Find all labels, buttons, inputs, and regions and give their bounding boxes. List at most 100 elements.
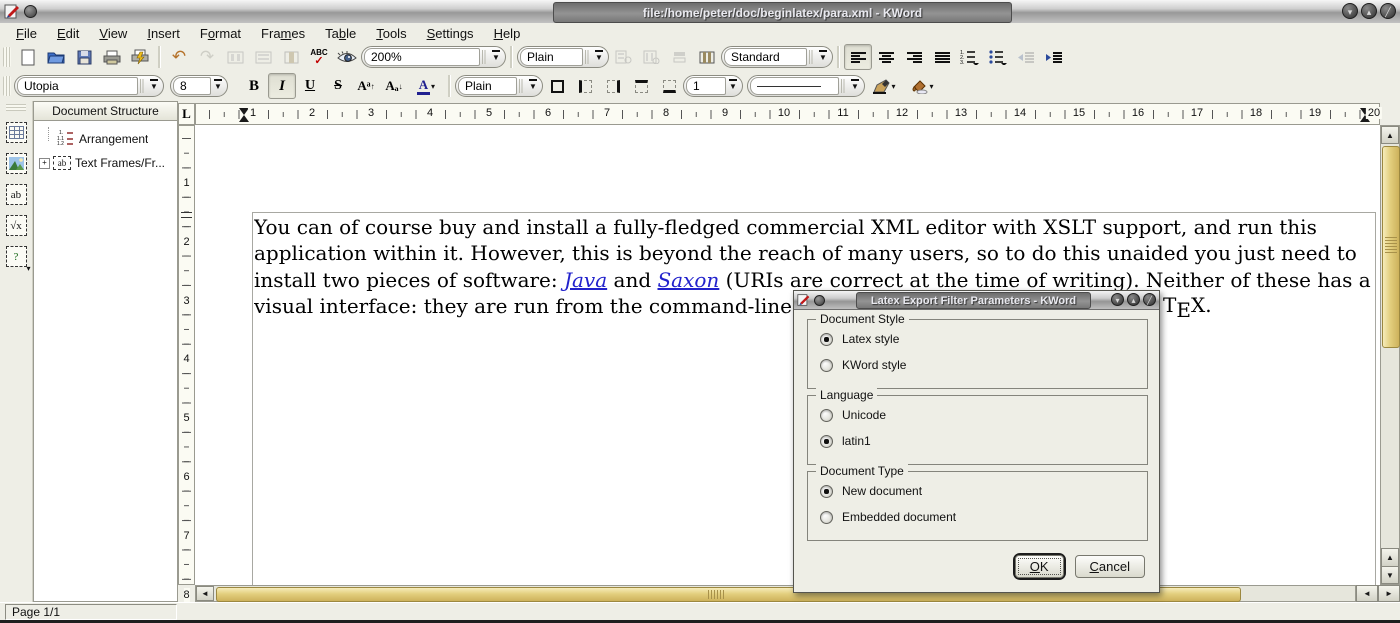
scroll-left-arrow[interactable]: ◄ (196, 586, 214, 601)
style-list-combobox[interactable]: Standard ▼ (721, 46, 833, 68)
border-all-button[interactable] (543, 73, 571, 99)
strikethrough-button[interactable]: S (324, 73, 352, 99)
horizontal-ruler[interactable]: 1234567891011121314151617181920 (195, 103, 1380, 125)
frame-tool-icon-1[interactable] (221, 44, 249, 70)
bullet-list-button[interactable] (984, 44, 1012, 70)
combo-arrow-icon[interactable]: ▼ (526, 82, 540, 91)
insert-picture-button[interactable] (3, 150, 30, 177)
align-center-button[interactable] (872, 44, 900, 70)
combo-arrow-icon[interactable]: ▼ (848, 82, 862, 91)
radio-embedded-document[interactable]: Embedded document (820, 510, 956, 524)
menu-view[interactable]: View (89, 25, 137, 42)
numbered-list-button[interactable]: 1.2.3. (956, 44, 984, 70)
combo-arrow-icon[interactable]: ▼ (147, 82, 161, 91)
border-top-button[interactable] (627, 73, 655, 99)
radio-button-icon[interactable] (820, 333, 833, 346)
combo-arrow-icon[interactable]: ▼ (489, 53, 503, 62)
menu-edit[interactable]: Edit (47, 25, 89, 42)
frame-tool-icon-3[interactable] (277, 44, 305, 70)
columns-frame-icon[interactable] (693, 44, 721, 70)
zoom-combobox[interactable]: 200% ▼ (361, 46, 506, 68)
subscript-button[interactable]: Aₐ↓ (380, 73, 408, 99)
document-canvas[interactable]: You can of course buy and install a full… (195, 125, 1380, 585)
kword-app-icon[interactable] (4, 3, 21, 20)
dropdown-arrow-icon[interactable]: ▾ (431, 82, 435, 91)
undo-button[interactable]: ↶ (165, 44, 193, 70)
frame-tool-icon-2[interactable] (249, 44, 277, 70)
border-right-button[interactable] (599, 73, 627, 99)
insert-object-button[interactable]: ? ▾ (3, 243, 30, 270)
maximize-button[interactable]: ▴ (1361, 3, 1377, 19)
tab-stop-selector[interactable]: L (178, 103, 195, 125)
combo-arrow-icon[interactable]: ▼ (816, 53, 830, 62)
java-link[interactable]: Java (564, 268, 607, 292)
vertical-scrollbar[interactable]: ▲ ▲ ▼ (1380, 125, 1400, 585)
font-family-combobox[interactable]: Utopia ▼ (14, 75, 164, 97)
insert-table-button[interactable] (3, 119, 30, 146)
insert-formula-button[interactable]: √x (3, 212, 30, 239)
combo-arrow-icon[interactable]: ▼ (726, 82, 740, 91)
toolbar-handle[interactable] (3, 47, 11, 67)
minimize-button[interactable]: ▾ (1342, 3, 1358, 19)
tree-expander-icon[interactable]: + (39, 158, 50, 169)
border-color-button[interactable]: ▾ (865, 73, 903, 99)
combo-arrow-icon[interactable]: ▼ (592, 53, 606, 62)
border-width-combobox[interactable]: 1 ▼ (683, 75, 743, 97)
tree-item-text-frames[interactable]: + ab Text Frames/Fr... (36, 151, 175, 175)
radio-button-icon[interactable] (820, 435, 833, 448)
top-margin-marker[interactable] (181, 212, 192, 218)
radio-unicode[interactable]: Unicode (820, 408, 886, 422)
print-preview-button[interactable] (126, 44, 154, 70)
spellcheck-button[interactable]: ABC✓ (305, 44, 333, 70)
new-document-button[interactable] (14, 44, 42, 70)
font-size-combobox[interactable]: 8 ▼ (170, 75, 228, 97)
eye-icon-button[interactable] (333, 44, 361, 70)
redo-button[interactable]: ↷ (193, 44, 221, 70)
dropdown-arrow-icon[interactable]: ▾ (26, 264, 30, 273)
superscript-button[interactable]: Aᵃ↑ (352, 73, 380, 99)
bold-button[interactable]: B (240, 73, 268, 99)
menu-help[interactable]: Help (484, 25, 531, 42)
menu-file[interactable]: File (6, 25, 47, 42)
scroll-corner[interactable]: ◄ ► (1356, 585, 1400, 602)
frame-style-combobox[interactable]: Plain ▼ (455, 75, 543, 97)
align-justify-button[interactable] (928, 44, 956, 70)
radio-kword-style[interactable]: KWord style (820, 358, 906, 372)
toolbar-handle[interactable] (3, 76, 11, 96)
print-button[interactable] (98, 44, 126, 70)
vertical-scroll-thumb[interactable] (1382, 146, 1400, 348)
dropdown-arrow-icon[interactable]: ▾ (929, 82, 933, 91)
toolbar-handle[interactable] (6, 104, 26, 111)
scroll-up-arrow[interactable]: ▲ (1381, 548, 1399, 566)
insert-frame-break-icon[interactable] (609, 44, 637, 70)
border-line-style-combobox[interactable]: ▼ (747, 75, 865, 97)
menu-format[interactable]: Format (190, 25, 251, 42)
border-left-button[interactable] (571, 73, 599, 99)
frame-format-icon[interactable] (665, 44, 693, 70)
tree-item-arrangement[interactable]: 1.1.11.2 Arrangement (36, 127, 175, 151)
align-right-button[interactable] (900, 44, 928, 70)
background-color-button[interactable]: ▾ (903, 73, 941, 99)
update-frame-icon[interactable] (637, 44, 665, 70)
underline-button[interactable]: U (296, 73, 324, 99)
scroll-down-arrow[interactable]: ▼ (1381, 566, 1399, 584)
save-button[interactable] (70, 44, 98, 70)
radio-button-icon[interactable] (820, 409, 833, 422)
radio-button-icon[interactable] (820, 511, 833, 524)
radio-button-icon[interactable] (820, 359, 833, 372)
scroll-left-arrow[interactable]: ◄ (1356, 585, 1378, 602)
paragraph-style-combobox[interactable]: Plain ▼ (517, 46, 609, 68)
font-color-button[interactable]: A ▾ (408, 73, 444, 99)
combo-arrow-icon[interactable]: ▼ (211, 82, 225, 91)
dialog-menu-button[interactable] (814, 295, 825, 306)
dropdown-arrow-icon[interactable]: ▾ (891, 82, 895, 91)
horizontal-scrollbar[interactable]: ◄ (195, 585, 1356, 602)
saxon-link[interactable]: Saxon (657, 268, 719, 292)
radio-latin1[interactable]: latin1 (820, 434, 871, 448)
radio-latex-style[interactable]: Latex style (820, 332, 899, 346)
dialog-titlebar[interactable]: Latex Export Filter Parameters - KWord ▾… (794, 291, 1159, 310)
radio-new-document[interactable]: New document (820, 484, 922, 498)
increase-indent-button[interactable] (1040, 44, 1068, 70)
dialog-close-button[interactable]: ╱ (1143, 293, 1156, 306)
align-left-button[interactable] (844, 44, 872, 70)
